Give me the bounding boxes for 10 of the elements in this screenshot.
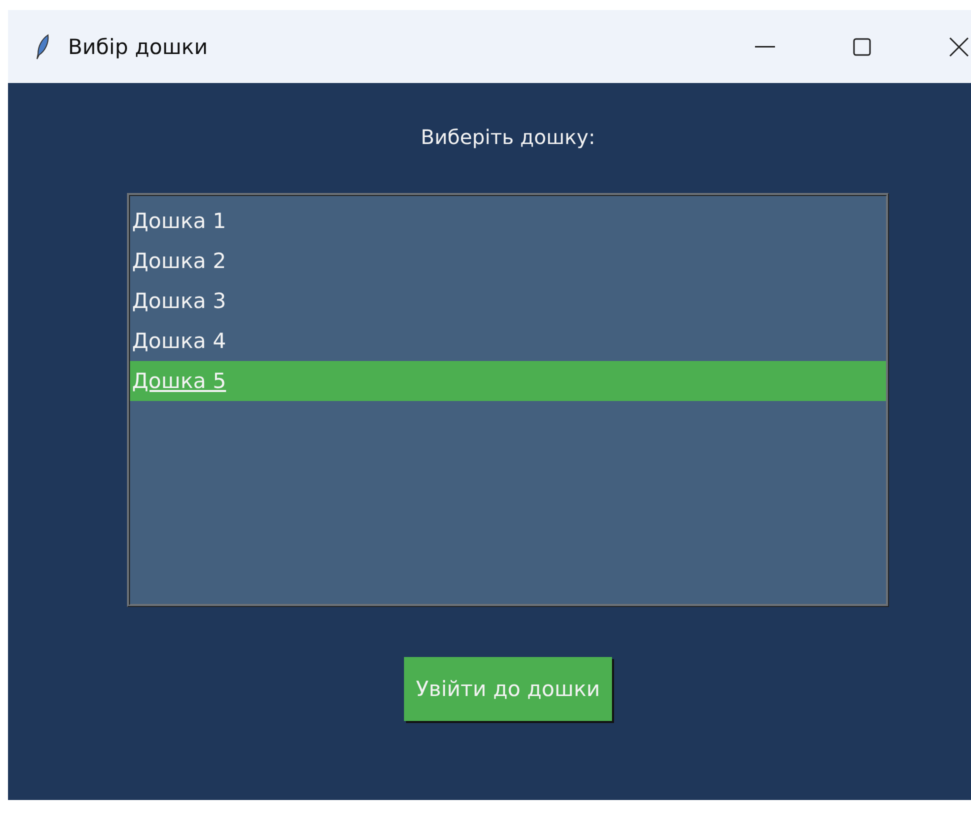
close-icon[interactable] (949, 36, 969, 56)
board-item[interactable]: Дошка 3 (130, 281, 886, 321)
maximize-icon[interactable] (853, 38, 871, 56)
prompt-label: Виберіть дошку: (420, 125, 596, 149)
minimize-icon[interactable] (755, 46, 775, 48)
board-item[interactable]: Дошка 2 (130, 241, 886, 281)
window-title: Вибір дошки (68, 34, 208, 58)
board-item[interactable]: Дошка 4 (130, 321, 886, 361)
feather-icon (36, 34, 50, 60)
board-item[interactable]: Дошка 1 (130, 201, 886, 241)
